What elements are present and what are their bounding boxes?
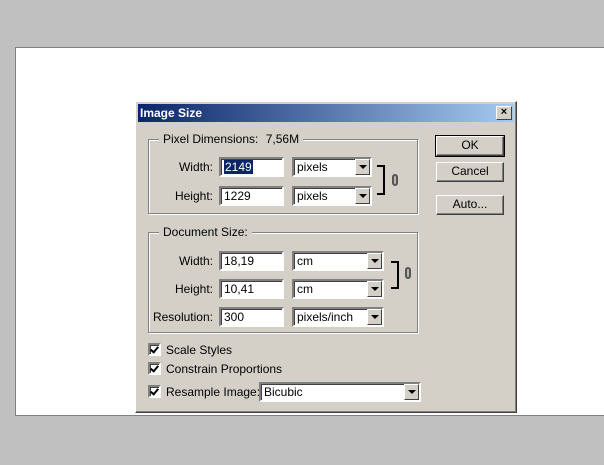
pixel-width-input[interactable]: 2149 <box>219 157 284 177</box>
constrain-bracket <box>391 261 399 289</box>
scale-styles-checkbox[interactable] <box>148 343 161 357</box>
chain-link-icon <box>392 174 398 186</box>
doc-height-input[interactable]: 10,41 <box>219 279 284 299</box>
image-size-dialog: Image Size × Pixel Dimensions: 7,56M Wid… <box>135 101 517 413</box>
chevron-down-icon[interactable] <box>355 159 370 175</box>
pixel-height-input[interactable]: 1229 <box>219 186 284 206</box>
scale-styles-row[interactable]: Scale Styles <box>148 342 232 358</box>
pixel-dimensions-title: Pixel Dimensions: <box>163 132 259 146</box>
pixel-dimensions-legend: Pixel Dimensions: 7,56M <box>159 132 304 146</box>
pixel-height-label: Height: <box>174 189 213 203</box>
constrain-proportions-row[interactable]: Constrain Proportions <box>148 361 282 377</box>
resolution-input[interactable]: 300 <box>219 307 284 327</box>
resample-method-select[interactable]: Bicubic <box>259 382 421 402</box>
pixel-height-unit-select[interactable]: pixels <box>292 186 372 206</box>
resolution-value: 300 <box>224 310 245 324</box>
doc-height-label: Height: <box>174 282 213 296</box>
chevron-down-icon[interactable] <box>367 281 382 297</box>
pixel-dimensions-size: 7,56M <box>265 132 300 146</box>
doc-height-unit-select[interactable]: cm <box>292 279 384 299</box>
dialog-titlebar[interactable]: Image Size × <box>138 104 514 122</box>
ok-button[interactable]: OK <box>435 135 505 157</box>
doc-width-value: 18,19 <box>224 254 255 268</box>
chain-link-icon <box>405 267 411 279</box>
resample-image-label: Resample Image: <box>166 384 261 399</box>
constrain-proportions-label: Constrain Proportions <box>166 361 283 376</box>
pixel-width-unit: pixels <box>297 160 328 174</box>
document-size-group: Document Size: Width: 18,19 cm Height: 1… <box>148 225 418 333</box>
doc-width-label: Width: <box>178 254 213 268</box>
doc-width-unit-select[interactable]: cm <box>292 251 384 271</box>
pixel-width-value: 2149 <box>224 160 253 174</box>
resample-image-row[interactable]: Resample Image: <box>148 384 260 400</box>
pixel-dimensions-group: Pixel Dimensions: 7,56M Width: 2149 pixe… <box>148 132 418 214</box>
pixel-height-value: 1229 <box>224 189 251 203</box>
scale-styles-label: Scale Styles <box>166 342 233 357</box>
document-size-legend: Document Size: <box>159 225 252 239</box>
chevron-down-icon[interactable] <box>404 384 419 400</box>
resolution-unit: pixels/inch <box>297 310 354 324</box>
auto-button[interactable]: Auto... <box>436 195 504 215</box>
resolution-label: Resolution: <box>152 310 213 324</box>
pixel-width-unit-select[interactable]: pixels <box>292 157 372 177</box>
doc-height-unit: cm <box>297 282 313 296</box>
constrain-bracket <box>377 165 385 195</box>
resolution-unit-select[interactable]: pixels/inch <box>292 307 384 327</box>
chevron-down-icon[interactable] <box>355 188 370 204</box>
chevron-down-icon[interactable] <box>367 309 382 325</box>
pixel-width-label: Width: <box>178 160 213 174</box>
chevron-down-icon[interactable] <box>367 253 382 269</box>
close-icon[interactable]: × <box>496 106 512 120</box>
constrain-proportions-checkbox[interactable] <box>148 362 161 376</box>
resample-method: Bicubic <box>264 385 303 399</box>
doc-width-input[interactable]: 18,19 <box>219 251 284 271</box>
cancel-button[interactable]: Cancel <box>436 162 504 182</box>
dialog-title: Image Size <box>140 106 203 120</box>
doc-width-unit: cm <box>297 254 313 268</box>
resample-image-checkbox[interactable] <box>148 385 161 399</box>
doc-height-value: 10,41 <box>224 282 255 296</box>
pixel-height-unit: pixels <box>297 189 328 203</box>
